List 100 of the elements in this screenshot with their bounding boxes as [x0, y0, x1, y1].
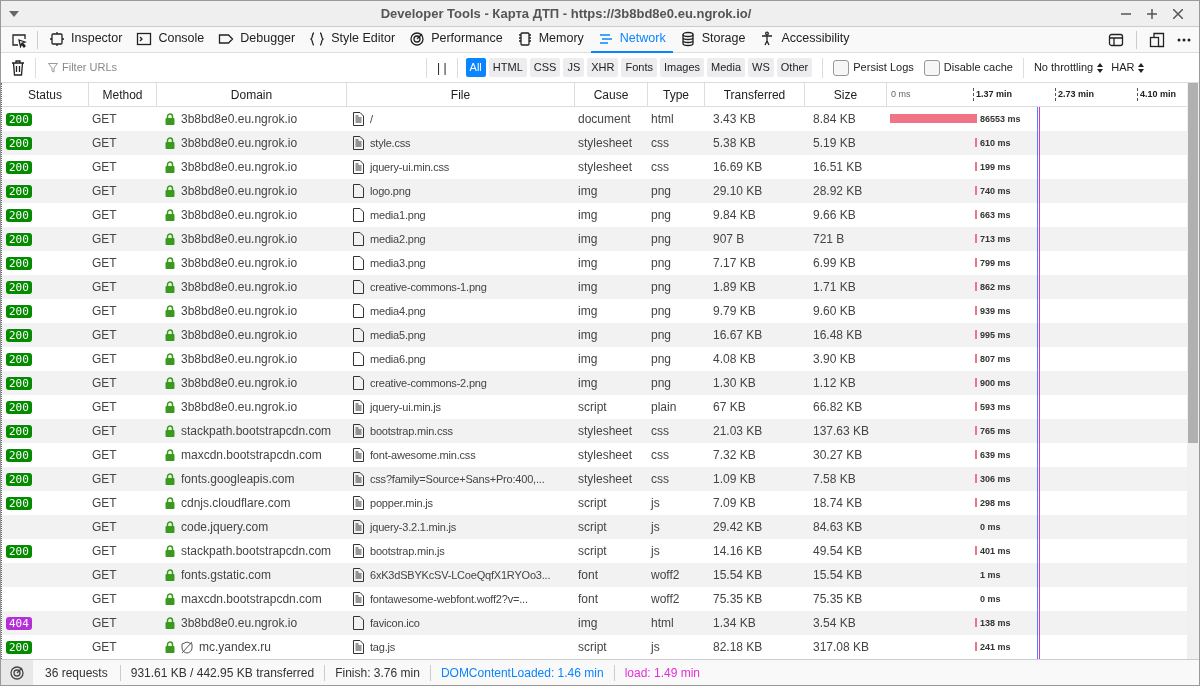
load-time: load: 1.49 min [623, 664, 702, 682]
cause-cell: img [578, 376, 598, 390]
devtools-tab[interactable]: Style Editor [302, 26, 403, 53]
column-header[interactable]: File [450, 85, 471, 104]
lock-icon [165, 545, 175, 557]
domain-cell-text: 3b8bd8e0.eu.ngrok.io [181, 279, 298, 296]
timing-label: 0 ms [980, 521, 1001, 534]
more-icon[interactable] [1177, 37, 1191, 42]
throttling-select[interactable]: No throttling [1033, 59, 1104, 76]
domain-cell-text: 3b8bd8e0.eu.ngrok.io [181, 135, 298, 152]
scrollbar-thumb[interactable] [1188, 83, 1198, 443]
document-icon [353, 496, 364, 510]
type-filter-button[interactable]: HTML [488, 58, 527, 77]
timing-label: 939 ms [980, 305, 1011, 318]
lock-icon [165, 161, 175, 173]
size-cell: 49.54 KB [813, 544, 863, 558]
checkbox[interactable] [923, 59, 940, 76]
method-cell: GET [92, 376, 117, 390]
file-cell-text: font-awesome.min.css [370, 447, 476, 463]
transferred-cell: 1.09 KB [713, 472, 756, 486]
file-cell-text: bootstrap.min.js [370, 543, 445, 559]
transferred-cell: 21.03 KB [713, 424, 763, 438]
transferred-cell: 5.38 KB [713, 136, 756, 150]
element-picker-icon[interactable] [11, 31, 27, 48]
lock-icon [165, 377, 175, 389]
devtools-tab[interactable]: Performance [402, 26, 510, 53]
size-cell: 721 B [813, 232, 845, 246]
method-cell: GET [92, 544, 117, 558]
domcontentloaded-time: DOMContentLoaded: 1.46 min [439, 664, 605, 682]
type-filter-button[interactable]: Fonts [621, 58, 657, 77]
size-cell: 9.60 KB [813, 304, 856, 318]
size-cell: 1.71 KB [813, 280, 856, 294]
size-cell: 3.54 KB [813, 616, 856, 630]
column-header[interactable]: Status [28, 85, 62, 104]
type-filter-button[interactable]: XHR [587, 58, 619, 77]
gauge-icon[interactable] [9, 664, 25, 681]
caret-icon[interactable] [9, 10, 19, 17]
type-filter-button[interactable]: CSS [529, 58, 561, 77]
type-filter-button[interactable]: Media [707, 58, 746, 77]
type-filter-button[interactable]: All [465, 58, 486, 77]
terminal-icon [136, 30, 153, 47]
document-icon [353, 520, 364, 534]
blank-page-icon [353, 304, 364, 318]
pause-button[interactable]: | | [427, 58, 457, 77]
filter-field[interactable]: Filter URLs [62, 59, 362, 76]
size-cell: 84.63 KB [813, 520, 863, 534]
lock-icon [165, 305, 175, 317]
type-filter-button[interactable]: JS [563, 58, 585, 77]
har-select[interactable]: HAR [1111, 59, 1145, 76]
size-cell: 30.27 KB [813, 448, 863, 462]
type-filter-button[interactable]: Other [776, 58, 813, 77]
size-cell: 7.58 KB [813, 472, 856, 486]
cause-cell: font [578, 592, 598, 606]
devtools-tab[interactable]: Memory [509, 26, 591, 53]
file-cell-text: favicon.ico [370, 615, 420, 631]
lock-icon [165, 209, 175, 221]
timing-label: 593 ms [980, 401, 1011, 414]
finish-time: Finish: 3.76 min [334, 664, 421, 682]
blank-page-icon [353, 328, 364, 342]
devtools-tab[interactable]: Console [129, 26, 212, 53]
lock-icon [165, 353, 175, 365]
type-cell: js [651, 640, 660, 654]
file-cell-text: jquery-ui.min.js [370, 399, 441, 415]
file-cell-text: fontawesome-webfont.woff2?v=... [370, 591, 528, 607]
domain-cell-text: fonts.googleapis.com [181, 471, 295, 488]
transferred-cell: 29.42 KB [713, 520, 763, 534]
timing-label: 799 ms [980, 257, 1011, 270]
lock-icon [165, 641, 175, 653]
column-header[interactable]: Size [833, 85, 858, 104]
column-header[interactable]: Type [663, 85, 689, 104]
timeline-tick: 1.37 min [973, 87, 1013, 102]
trash-icon[interactable] [11, 59, 25, 76]
file-cell-text: media6.png [370, 351, 426, 367]
size-cell: 3.90 KB [813, 352, 856, 366]
timing-label: 0 ms [980, 593, 1001, 606]
column-header[interactable]: Transferred [723, 85, 786, 104]
cause-cell: stylesheet [578, 448, 633, 462]
dock-icon[interactable] [1149, 31, 1165, 48]
file-cell-text: css?family=Source+Sans+Pro:400,... [370, 471, 545, 487]
close-icon[interactable] [1173, 8, 1183, 19]
maximize-icon[interactable] [1147, 8, 1157, 19]
checkbox[interactable] [833, 59, 850, 76]
document-icon [353, 592, 364, 606]
size-cell: 5.19 KB [813, 136, 856, 150]
status-badge: 200 [6, 184, 32, 198]
devtools-tab[interactable]: Inspector [42, 26, 130, 53]
column-header[interactable]: Method [102, 85, 143, 104]
type-filter-button[interactable]: Images [660, 58, 705, 77]
column-header[interactable]: Domain [230, 85, 273, 104]
devtools-tab[interactable]: Storage [672, 26, 753, 53]
type-filter-button[interactable]: WS [748, 58, 774, 77]
method-cell: GET [92, 496, 117, 510]
timing-label: 765 ms [980, 425, 1011, 438]
layout-icon[interactable] [1108, 31, 1124, 48]
devtools-tab[interactable]: Accessibility [752, 26, 857, 53]
type-cell: woff2 [651, 568, 680, 582]
blank-page-icon [353, 256, 364, 270]
type-cell: css [651, 448, 669, 462]
column-header[interactable]: Cause [593, 85, 629, 104]
devtools-tab[interactable]: Debugger [211, 26, 303, 53]
